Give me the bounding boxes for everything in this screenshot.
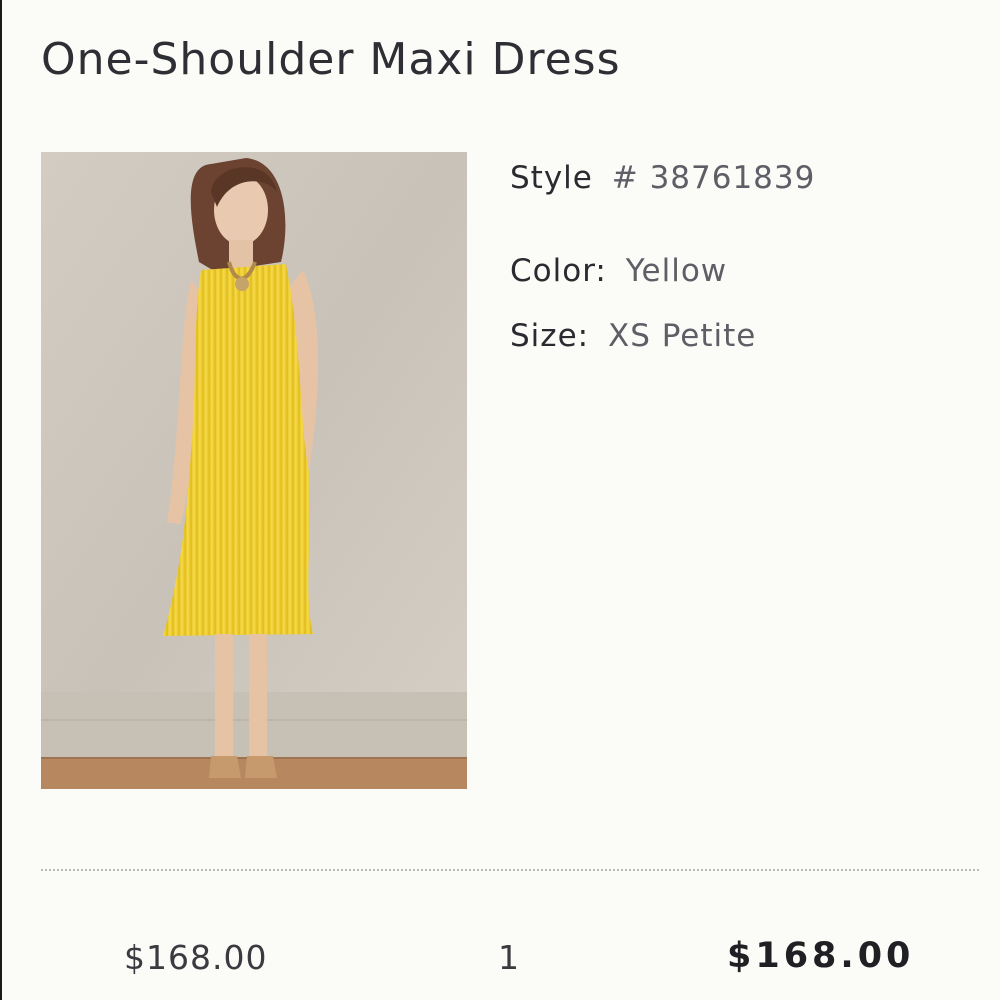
color-row: Color: Yellow [510,253,727,289]
window-left-border [0,0,2,1000]
size-row: Size: XS Petite [510,318,756,354]
dotted-divider [41,869,979,871]
product-title: One-Shoulder Maxi Dress [41,34,621,85]
size-label: Size: [510,318,590,354]
product-image[interactable] [41,152,467,789]
size-value: XS Petite [607,318,757,354]
style-number: # 38761839 [611,160,816,196]
line-total: $168.00 [727,936,915,976]
unit-price: $168.00 [124,938,268,977]
quantity: 1 [498,938,519,977]
style-row: Style # 38761839 [510,160,815,196]
product-photo-illustration [41,152,467,789]
style-label: Style [510,160,593,196]
color-label: Color: [510,253,607,289]
color-value: Yellow [625,253,728,289]
